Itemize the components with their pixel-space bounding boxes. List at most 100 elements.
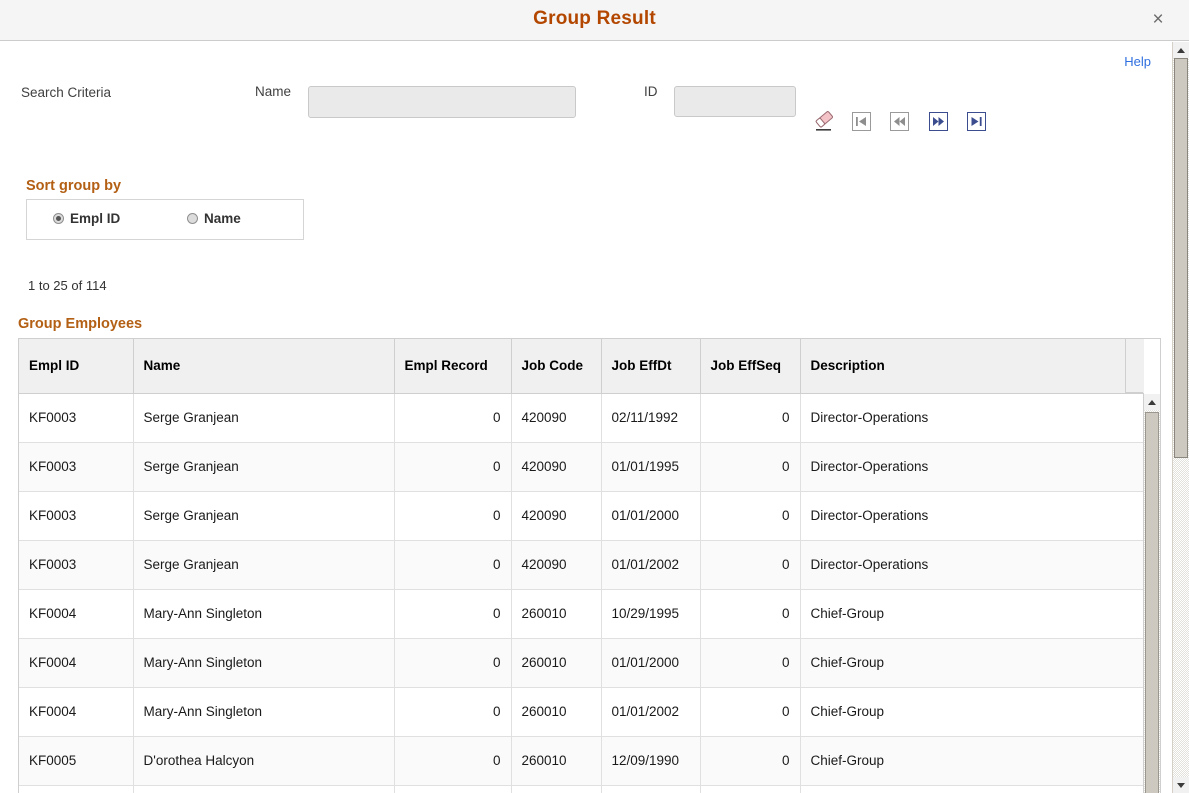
table-cell: Mary-Ann Singleton (133, 638, 394, 687)
table-cell: Chief-Group (800, 687, 1144, 736)
modal-body: Help Search Criteria Name ID (0, 42, 1172, 793)
sort-option-empl-id[interactable]: Empl ID (53, 211, 120, 226)
table-cell: Mary-Ann Singleton (133, 687, 394, 736)
table-cell: Director-Operations (800, 491, 1144, 540)
table-cell: 260010 (511, 736, 601, 785)
page-scroll-thumb[interactable] (1174, 58, 1188, 458)
table-cell: Director-Operations (800, 393, 1144, 442)
table-cell: Chief-Group (800, 736, 1144, 785)
table-cell: KF0003 (19, 491, 133, 540)
table-row[interactable]: KF0003Serge Granjean042009002/11/19920Di… (19, 393, 1144, 442)
page-vertical-scrollbar[interactable] (1172, 42, 1189, 793)
column-header-name[interactable]: Name (133, 339, 394, 393)
table-cell: KF0004 (19, 638, 133, 687)
table-cell: 0 (394, 638, 511, 687)
table-cell: 02/11/1992 (601, 393, 700, 442)
search-criteria-row: Search Criteria Name ID (0, 72, 1172, 120)
table-cell: Serge Granjean (133, 540, 394, 589)
table-cell: 260010 (511, 589, 601, 638)
table-row[interactable]: KF0004Mary-Ann Singleton026001001/01/200… (19, 687, 1144, 736)
record-counter: 1 to 25 of 114 (28, 278, 107, 293)
grid-header-gutter (1125, 339, 1143, 393)
table-cell: 0 (700, 393, 800, 442)
table-cell: D'orothea Halcyon (133, 736, 394, 785)
table-cell: 0 (700, 736, 800, 785)
close-icon[interactable]: × (1147, 9, 1169, 31)
table-cell: Chief-Group (800, 589, 1144, 638)
next-page-icon[interactable] (929, 112, 948, 131)
table-cell: KF0003 (19, 393, 133, 442)
table-cell: 01/01/2000 (601, 638, 700, 687)
previous-page-icon[interactable] (890, 112, 909, 131)
table-cell: 0 (700, 589, 800, 638)
table-cell: 01/01/2002 (601, 687, 700, 736)
table-cell: 0 (394, 785, 511, 793)
radio-icon-name[interactable] (187, 213, 198, 224)
table-cell: 260010 (511, 785, 601, 793)
table-cell: Mary-Ann Singleton (133, 589, 394, 638)
table-cell: Chief-Group (800, 638, 1144, 687)
table-row[interactable]: KF0003Serge Granjean042009001/01/20000Di… (19, 491, 1144, 540)
table-cell: 0 (394, 736, 511, 785)
table-cell: 0 (700, 638, 800, 687)
last-page-icon[interactable] (967, 112, 986, 131)
table-cell: 01/01/2000 (601, 785, 700, 793)
table-cell: 420090 (511, 393, 601, 442)
column-header-job-code[interactable]: Job Code (511, 339, 601, 393)
table-row[interactable]: KF0005D'orothea Halcyon026001001/01/2000… (19, 785, 1144, 793)
name-input[interactable] (308, 86, 576, 118)
sort-group-box: Empl ID Name (26, 199, 304, 240)
table-cell: 0 (394, 589, 511, 638)
sort-option-name[interactable]: Name (187, 211, 241, 226)
table-cell: Serge Granjean (133, 393, 394, 442)
search-criteria-label: Search Criteria (21, 85, 111, 100)
name-label: Name (255, 84, 291, 99)
table-cell: KF0004 (19, 589, 133, 638)
table-cell: 01/01/2002 (601, 540, 700, 589)
table-header-row: Empl ID Name Empl Record Job Code Job Ef… (19, 339, 1144, 393)
table-cell: 260010 (511, 638, 601, 687)
page-scroll-up-icon[interactable] (1173, 42, 1189, 58)
grid-vertical-scrollbar[interactable] (1143, 394, 1160, 793)
table-cell: KF0005 (19, 736, 133, 785)
column-header-description[interactable]: Description (800, 339, 1144, 393)
table-cell: KF0003 (19, 540, 133, 589)
table-row[interactable]: KF0005D'orothea Halcyon026001012/09/1990… (19, 736, 1144, 785)
table-cell: 01/01/1995 (601, 442, 700, 491)
table-cell: 0 (394, 540, 511, 589)
eraser-icon[interactable] (812, 110, 838, 134)
table-cell: 10/29/1995 (601, 589, 700, 638)
column-header-empl-record[interactable]: Empl Record (394, 339, 511, 393)
page-scroll-down-icon[interactable] (1173, 777, 1189, 793)
table-cell: 0 (700, 491, 800, 540)
table-cell: 0 (700, 540, 800, 589)
table-cell: KF0005 (19, 785, 133, 793)
radio-icon-empl-id[interactable] (53, 213, 64, 224)
table-cell: 420090 (511, 442, 601, 491)
sort-option-empl-id-label: Empl ID (70, 211, 120, 226)
table-cell: KF0003 (19, 442, 133, 491)
group-employees-table: Empl ID Name Empl Record Job Code Job Ef… (19, 339, 1144, 793)
first-page-icon[interactable] (852, 112, 871, 131)
table-row[interactable]: KF0004Mary-Ann Singleton026001001/01/200… (19, 638, 1144, 687)
table-cell: 0 (700, 785, 800, 793)
page-title: Group Result (0, 8, 1189, 30)
column-header-job-effseq[interactable]: Job EffSeq (700, 339, 800, 393)
table-cell: 0 (394, 442, 511, 491)
grid-scroll-thumb[interactable] (1145, 412, 1159, 793)
table-cell: 420090 (511, 540, 601, 589)
table-row[interactable]: KF0003Serge Granjean042009001/01/20020Di… (19, 540, 1144, 589)
table-cell: D'orothea Halcyon (133, 785, 394, 793)
column-header-empl-id[interactable]: Empl ID (19, 339, 133, 393)
id-input[interactable] (674, 86, 796, 117)
table-row[interactable]: KF0003Serge Granjean042009001/01/19950Di… (19, 442, 1144, 491)
column-header-job-effdt[interactable]: Job EffDt (601, 339, 700, 393)
help-link[interactable]: Help (1124, 54, 1151, 69)
table-cell: 0 (700, 442, 800, 491)
group-employees-grid: Empl ID Name Empl Record Job Code Job Ef… (18, 338, 1161, 793)
table-row[interactable]: KF0004Mary-Ann Singleton026001010/29/199… (19, 589, 1144, 638)
table-cell: 0 (394, 393, 511, 442)
table-cell: 0 (394, 491, 511, 540)
table-cell: Director-Operations (800, 540, 1144, 589)
grid-scroll-up-icon[interactable] (1144, 394, 1160, 410)
